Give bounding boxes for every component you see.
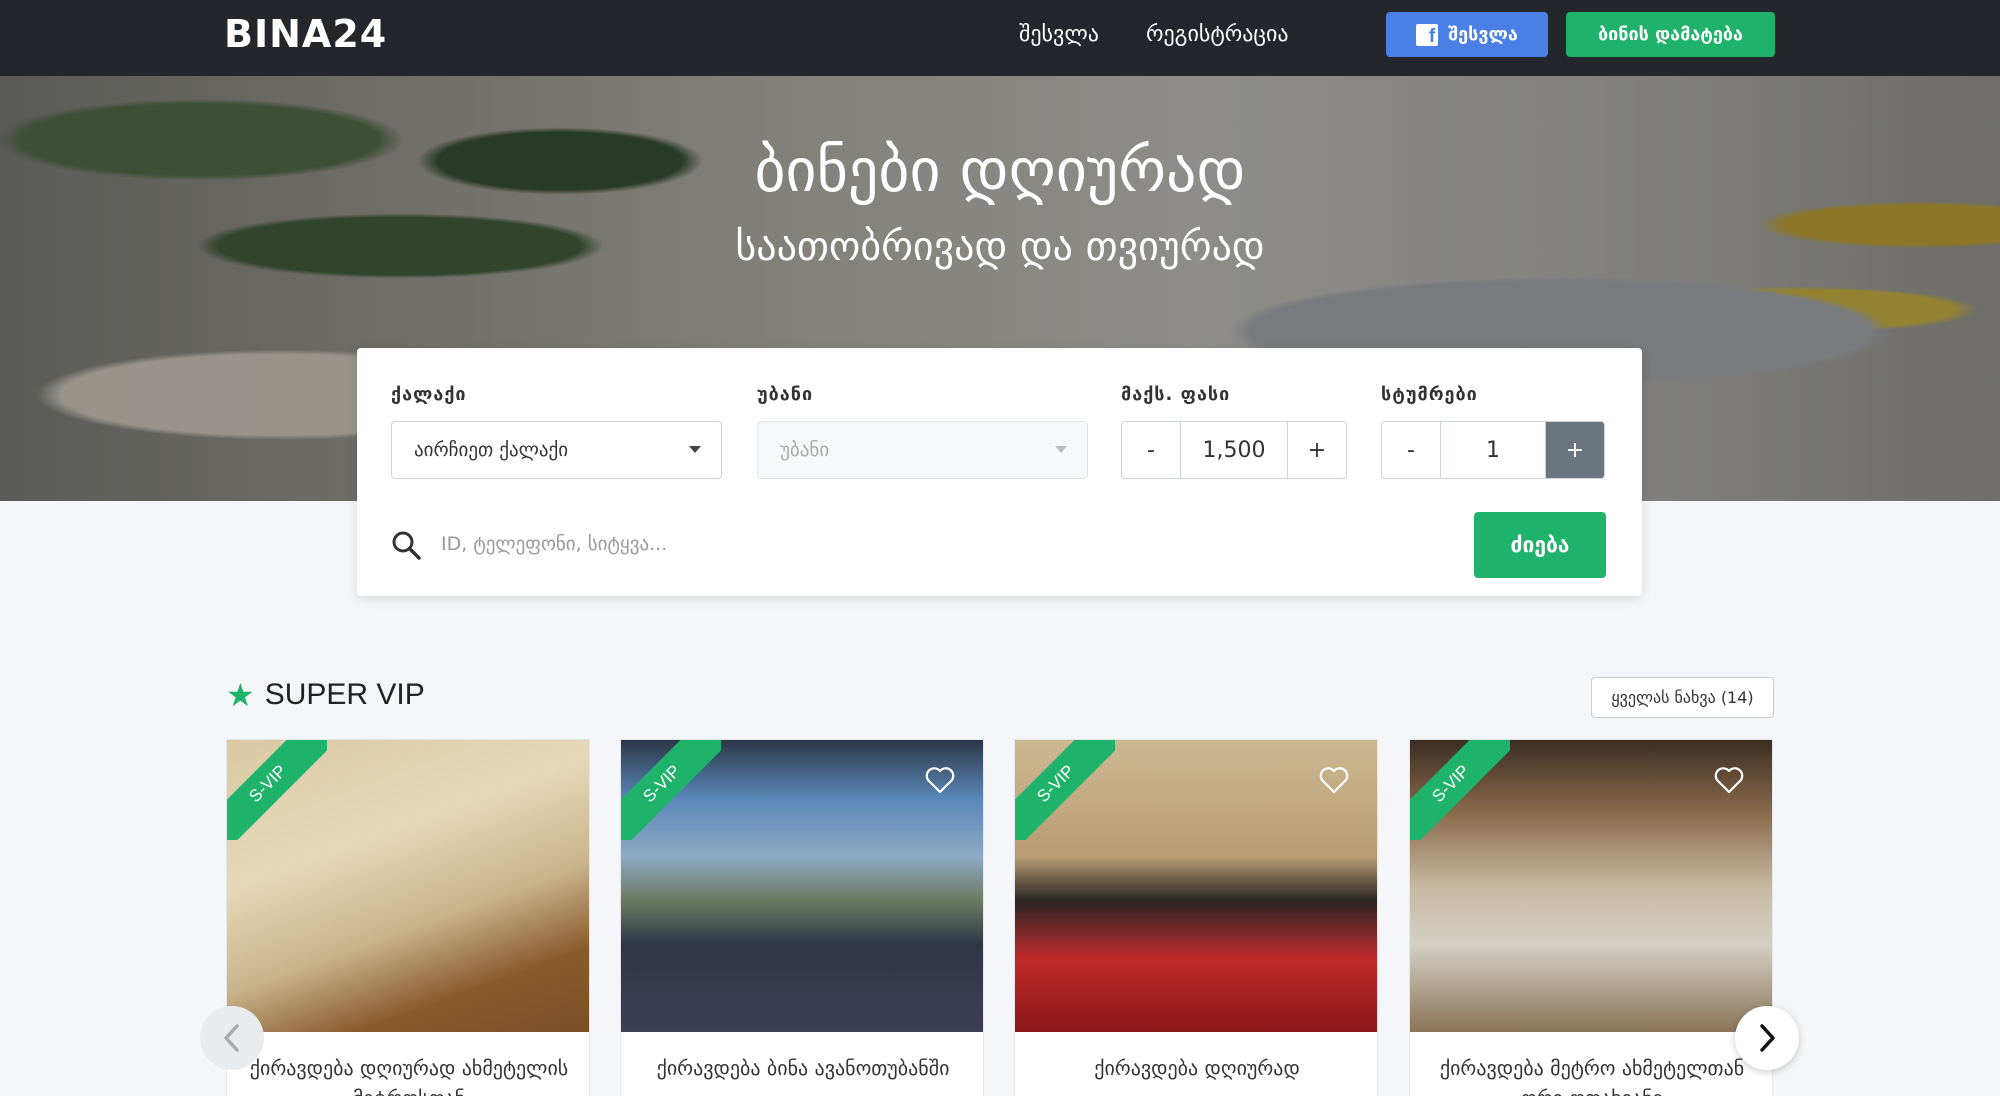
carousel-prev-button[interactable] [200,1006,264,1070]
listing-title[interactable]: ქირავდება ბინა ავანოთუბანში [621,1053,983,1083]
listing-title[interactable]: ქირავდება მეტრო ახმეტელთან ორი ოთახიანი [1410,1053,1772,1096]
svip-ribbon: S-VIP [1015,740,1115,840]
add-apartment-button[interactable]: ბინის დამატება [1566,12,1775,57]
navbar: BINA24 შესვლა რეგისტრაცია f შესვლა ბინის… [0,0,2000,76]
listing-card[interactable]: S-VIP ქირავდება მეტრო ახმეტელთან ორი ოთა… [1409,739,1773,1096]
facebook-login-label: შესვლა [1448,24,1518,45]
super-vip-title: SUPER VIP [264,678,425,711]
hero-subtitle: საათობრივად და თვიურად [735,224,1265,270]
carousel-next-button[interactable] [1735,1006,1799,1070]
max-price-label: მაქს. ფასი [1121,384,1231,405]
price-value[interactable]: 1,500 [1180,422,1288,478]
svip-ribbon-label: S-VIP [1410,740,1510,840]
city-select[interactable]: აირჩიეთ ქალაქი [391,421,722,479]
hero-title: ბინები დღიურად [754,136,1246,206]
district-label: უბანი [757,384,814,405]
listing-card[interactable]: S-VIP ქირავდება ბინა ავანოთუბანში [620,739,984,1096]
guests-label: სტუმრები [1381,384,1478,405]
chevron-right-icon [1760,1024,1775,1052]
guests-increment-button[interactable]: + [1546,422,1604,478]
listing-card[interactable]: S-VIP ქირავდება დღიურად [1014,739,1378,1096]
search-panel: ქალაქი აირჩიეთ ქალაქი უბანი უბანი მაქს. … [357,348,1642,596]
district-select-value: უბანი [780,439,830,461]
keyword-search-input[interactable] [441,520,1421,568]
search-button[interactable]: ძიება [1474,512,1606,578]
listing-title[interactable]: ქირავდება დღიურად [1015,1053,1377,1083]
svip-ribbon-label: S-VIP [621,740,721,840]
caret-down-icon [689,446,701,453]
search-icon [392,531,421,560]
svip-ribbon: S-VIP [621,740,721,840]
price-increment-button[interactable]: + [1288,422,1346,478]
guests-stepper: - 1 + [1381,421,1605,479]
keyword-search-row: ძიება [391,512,1606,578]
heart-icon[interactable] [1714,766,1744,794]
chevron-left-icon [224,1024,239,1052]
logo-text: BINA24 [224,12,388,56]
heart-icon[interactable] [925,766,955,794]
view-all-button[interactable]: ყველას ნახვა (14) [1591,677,1774,718]
city-label: ქალაქი [391,384,467,405]
svip-ribbon: S-VIP [227,740,327,840]
svip-ribbon: S-VIP [1410,740,1510,840]
logo[interactable]: BINA24 [224,12,388,56]
svip-ribbon-label: S-VIP [227,740,327,840]
guests-decrement-button[interactable]: - [1382,422,1440,478]
nav-register-link[interactable]: რეგისტრაცია [1146,22,1289,47]
facebook-login-button[interactable]: f შესვლა [1386,12,1548,57]
nav-login-link[interactable]: შესვლა [1019,22,1099,47]
city-select-value: აირჩიეთ ქალაქი [414,439,569,461]
max-price-stepper: - 1,500 + [1121,421,1347,479]
facebook-icon: f [1416,23,1439,46]
svip-ribbon-label: S-VIP [1015,740,1115,840]
star-icon: ★ [226,676,255,714]
price-decrement-button[interactable]: - [1122,422,1180,478]
listing-title[interactable]: ქირავდება დღიურად ახმეტელის მეტროსთან [227,1053,589,1096]
guests-value[interactable]: 1 [1440,422,1546,478]
district-select[interactable]: უბანი [757,421,1088,479]
super-vip-header: ★ SUPER VIP [226,678,425,712]
heart-icon[interactable] [1319,766,1349,794]
caret-down-icon [1055,446,1067,453]
listing-card[interactable]: S-VIP ქირავდება დღიურად ახმეტელის მეტროს… [226,739,590,1096]
